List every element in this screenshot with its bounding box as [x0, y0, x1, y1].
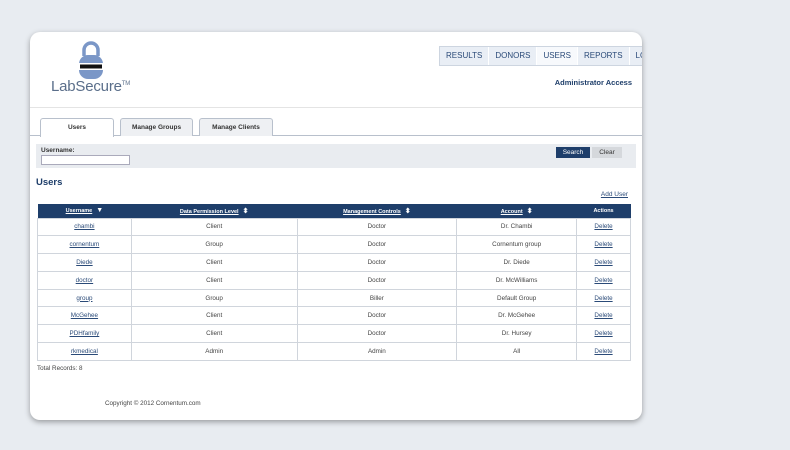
lock-logo-icon	[79, 41, 103, 79]
column-header-controls[interactable]: Management Controls ⬍	[297, 204, 457, 218]
account-cell: Dr. Hursey	[456, 324, 578, 344]
total-records: Total Records: 8	[37, 365, 83, 372]
controls-cell: Doctor	[296, 253, 458, 272]
username-cell: group	[37, 288, 132, 308]
header: LabSecureTM Results Donors Users Reports…	[30, 32, 642, 108]
add-user-link[interactable]: Add User	[601, 191, 628, 198]
table-row: group Group Biller Default Group Delete	[37, 288, 631, 308]
username-cell: McGehee	[37, 306, 132, 326]
delete-link[interactable]: Delete	[594, 312, 612, 319]
sort-desc-icon: ▼	[96, 207, 104, 215]
action-cell: Delete	[576, 342, 631, 361]
username-link[interactable]: rkmedical	[71, 348, 98, 355]
action-cell: Delete	[576, 217, 631, 237]
account-cell: Dr. McWilliams	[456, 270, 578, 290]
action-cell: Delete	[576, 324, 631, 344]
table-row: cornentum Group Doctor Cornentum group Delet…	[37, 235, 631, 255]
column-header-permission[interactable]: Data Permission Level ⬍	[131, 204, 298, 218]
access-level-label: Administrator Access	[554, 78, 632, 87]
action-cell: Delete	[576, 270, 631, 290]
users-table: Username ▼ Data Permission Level ⬍ Managem…	[37, 204, 631, 361]
logo-wordmark: LabSecureTM	[51, 78, 131, 95]
controls-cell: Doctor	[296, 324, 458, 344]
username-link[interactable]: group	[76, 295, 92, 302]
controls-cell: Doctor	[296, 235, 458, 255]
username-cell: Diede	[37, 253, 132, 272]
table-header-row: Username ▼ Data Permission Level ⬍ Managem…	[37, 204, 631, 218]
permission-cell: Client	[130, 306, 298, 326]
permission-cell: Group	[130, 235, 298, 255]
nav-results[interactable]: Results	[440, 47, 490, 65]
tab-manage-clients[interactable]: Manage Clients	[199, 118, 273, 136]
permission-cell: Client	[130, 270, 298, 290]
permission-cell: Admin	[130, 342, 298, 361]
action-cell: Delete	[576, 253, 631, 272]
table-row: doctor Client Doctor Dr. McWilliams Delete	[37, 270, 631, 290]
sort-both-icon: ⬍	[404, 207, 411, 215]
copyright-footer: Copyright © 2012 Cornentum.com	[105, 400, 201, 407]
column-header-account[interactable]: Account ⬍	[456, 204, 577, 218]
delete-link[interactable]: Delete	[594, 259, 612, 266]
table-row: McGehee Client Doctor Dr. McGehee Delete	[37, 306, 631, 326]
account-cell: All	[456, 342, 578, 361]
permission-cell: Client	[130, 324, 298, 344]
controls-cell: Doctor	[296, 217, 458, 237]
tab-bar: Users Manage Groups Manage Clients	[30, 118, 642, 137]
username-cell: cornentum	[37, 235, 132, 255]
controls-cell: Biller	[296, 288, 458, 308]
action-cell: Delete	[576, 235, 631, 255]
table-row: Diede Client Doctor Dr. Diede Delete	[37, 253, 631, 272]
top-nav: Results Donors Users Reports Log Out	[439, 46, 642, 66]
account-cell: Cornentum group	[456, 235, 578, 255]
search-button[interactable]: Search	[556, 147, 590, 158]
username-link[interactable]: chambi	[74, 223, 94, 230]
sort-both-icon: ⬍	[242, 207, 249, 215]
delete-link[interactable]: Delete	[594, 330, 612, 337]
clear-button[interactable]: Clear	[592, 147, 622, 158]
table-row: rkmedical Admin Admin All Delete	[37, 342, 631, 361]
username-search-input[interactable]	[41, 155, 130, 165]
tab-users[interactable]: Users	[40, 118, 114, 137]
username-cell: doctor	[37, 270, 132, 290]
username-cell: PDHfamily	[37, 324, 132, 344]
username-link[interactable]: cornentum	[70, 241, 100, 248]
table-row: PDHfamily Client Doctor Dr. Hursey Delete	[37, 324, 631, 344]
username-link[interactable]: Diede	[76, 259, 92, 266]
delete-link[interactable]: Delete	[594, 295, 612, 302]
main-card: LabSecureTM Results Donors Users Reports…	[30, 32, 642, 420]
action-cell: Delete	[576, 306, 631, 326]
controls-cell: Doctor	[296, 306, 458, 326]
account-cell: Dr. Chambi	[456, 217, 578, 237]
search-bar: Username: Search Clear	[36, 144, 636, 168]
nav-users[interactable]: Users	[537, 47, 578, 65]
username-link[interactable]: PDHfamily	[70, 330, 100, 337]
account-cell: Dr. McGehee	[456, 306, 578, 326]
account-cell: Default Group	[456, 288, 578, 308]
controls-cell: Admin	[296, 342, 458, 361]
controls-cell: Doctor	[296, 270, 458, 290]
column-header-username[interactable]: Username ▼	[37, 204, 132, 218]
permission-cell: Group	[130, 288, 298, 308]
column-header-actions: Actions	[576, 204, 631, 218]
table-row: chambi Client Doctor Dr. Chambi Delete	[37, 217, 631, 237]
nav-reports[interactable]: Reports	[578, 47, 630, 65]
sort-both-icon: ⬍	[526, 207, 533, 215]
tab-manage-groups[interactable]: Manage Groups	[120, 118, 193, 136]
delete-link[interactable]: Delete	[594, 223, 612, 230]
delete-link[interactable]: Delete	[594, 348, 612, 355]
section-title: Users	[36, 177, 63, 188]
username-cell: rkmedical	[37, 342, 132, 361]
username-link[interactable]: McGehee	[71, 312, 98, 319]
nav-logout[interactable]: Log Out	[629, 47, 642, 65]
username-link[interactable]: doctor	[76, 277, 94, 284]
permission-cell: Client	[130, 253, 298, 272]
action-cell: Delete	[576, 288, 631, 308]
username-label: Username:	[41, 147, 75, 154]
nav-donors[interactable]: Donors	[489, 47, 538, 65]
username-cell: chambi	[37, 217, 132, 237]
delete-link[interactable]: Delete	[594, 277, 612, 284]
account-cell: Dr. Diede	[456, 253, 578, 272]
delete-link[interactable]: Delete	[594, 241, 612, 248]
permission-cell: Client	[130, 217, 298, 237]
